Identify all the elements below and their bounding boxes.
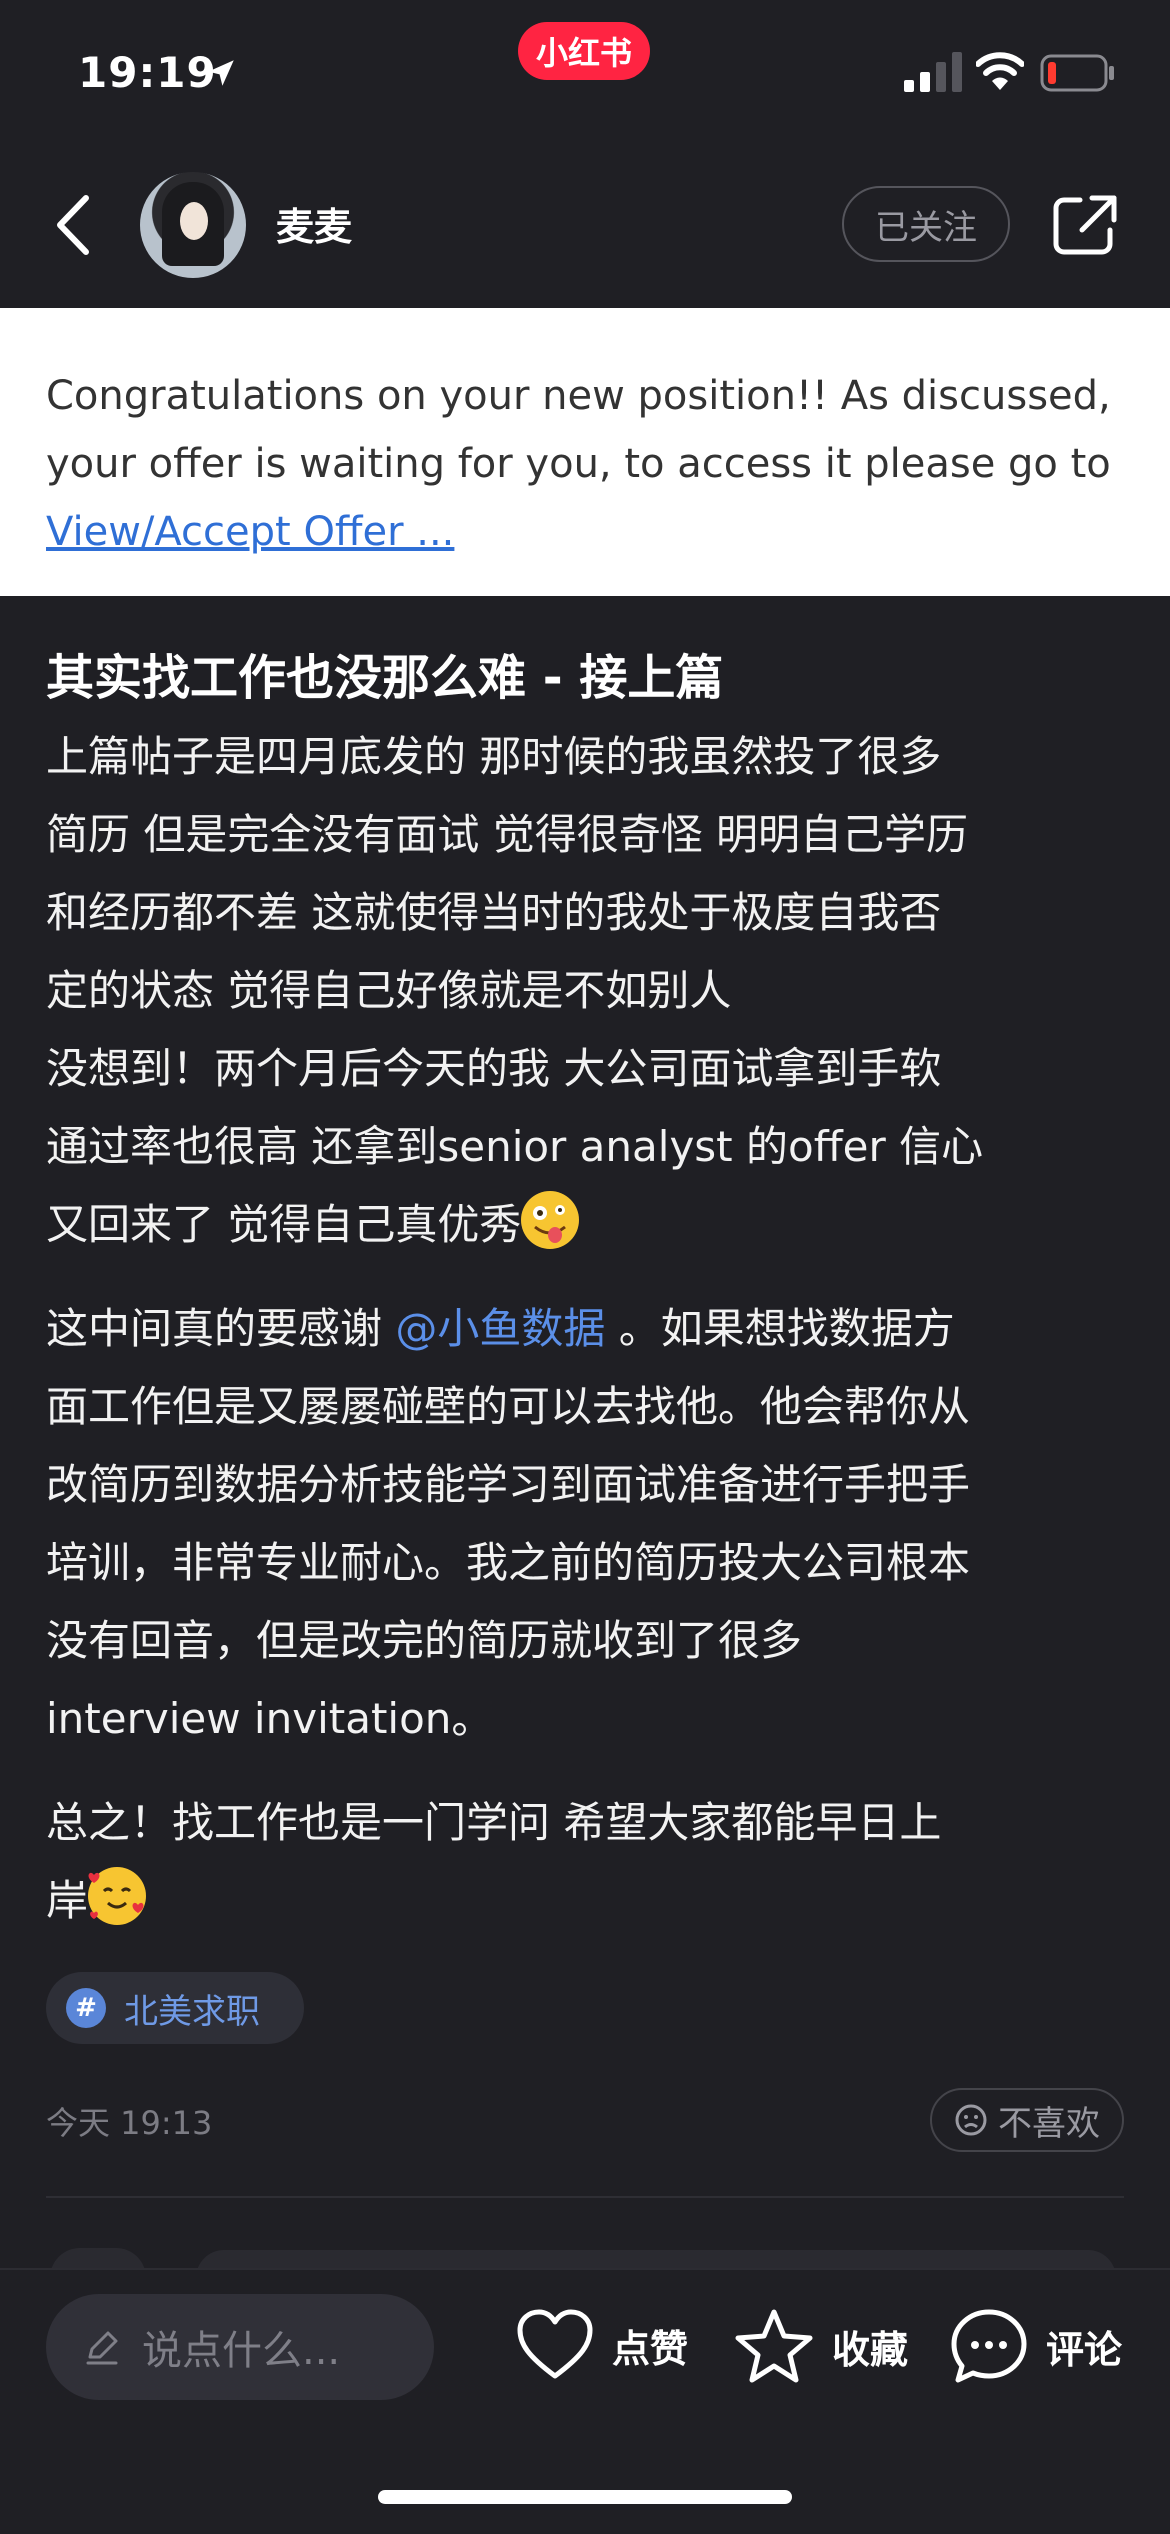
sad-face-icon: [955, 2104, 987, 2136]
zany-face-emoji-icon: [521, 1191, 580, 1249]
like-label: 点赞: [612, 2326, 689, 2371]
post-timestamp: 今天 19:13: [46, 2104, 213, 2142]
para3-line: 总之！找工作也是一门学问 希望大家都能早日上: [46, 1798, 942, 1847]
para2-line: 面工作但是又屡屡碰壁的可以去找他。他会帮你从: [46, 1382, 971, 1431]
para2-line: 没有回音，但是改完的简历就收到了很多: [46, 1616, 803, 1665]
topic-tag-label: 北美求职: [124, 1991, 260, 2032]
smiling-face-hearts-emoji-icon: [88, 1867, 147, 1925]
para2-suffix: 。如果想找数据方: [605, 1304, 955, 1353]
like-button[interactable]: 点赞: [516, 2308, 688, 2382]
para1-line: 简历 但是完全没有面试 觉得很奇怪 明明自己学历: [46, 810, 969, 859]
para1-line: 上篇帖子是四月底发的 那时候的我虽然投了很多: [46, 732, 942, 781]
battery-icon: [1040, 54, 1114, 92]
banner-text: Congratulations on your new position!! A…: [46, 373, 1111, 487]
dislike-label: 不喜欢: [998, 2103, 1100, 2144]
divider: [46, 2196, 1124, 2198]
dislike-button[interactable]: 不喜欢: [930, 2088, 1124, 2152]
mention-link[interactable]: @小鱼数据: [395, 1304, 605, 1353]
para1-line: 没想到！两个月后今天的我 大公司面试拿到手软: [46, 1044, 942, 1093]
location-arrow-icon: [208, 60, 234, 86]
comment-button[interactable]: 评论: [950, 2308, 1122, 2384]
cellular-signal-icon: [904, 52, 962, 92]
para1-last-line: 又回来了 觉得自己真优秀: [46, 1186, 1126, 1264]
follow-button[interactable]: 已关注: [842, 186, 1010, 262]
author-name[interactable]: 麦麦: [276, 196, 352, 251]
post-title: 其实找工作也没那么难 - 接上篇: [46, 650, 724, 706]
para1-line: 通过率也很高 还拿到senior analyst 的offer 信心: [46, 1122, 984, 1171]
para2-line: 培训，非常专业耐心。我之前的简历投大公司根本: [46, 1538, 971, 1587]
comment-label: 评论: [1046, 2327, 1123, 2372]
comment-placeholder: 说点什么...: [142, 2328, 341, 2374]
collect-label: 收藏: [832, 2327, 909, 2372]
post-paragraph-3: 总之！找工作也是一门学问 希望大家都能早日上 岸: [46, 1784, 1126, 1940]
comment-bubble-icon: [951, 2309, 1027, 2383]
topic-tag[interactable]: # 北美求职: [46, 1972, 304, 2044]
home-indicator[interactable]: [378, 2490, 792, 2504]
para1-line: 定的状态 觉得自己好像就是不如别人: [46, 966, 732, 1015]
back-arrow-icon[interactable]: [50, 192, 94, 258]
para1-line: 和经历都不差 这就使得当时的我处于极度自我否: [46, 888, 942, 937]
author-avatar[interactable]: [140, 172, 246, 278]
pencil-icon: [86, 2331, 118, 2365]
para3-last-line: 岸: [46, 1862, 1126, 1940]
para2-line: 改简历到数据分析技能学习到面试准备进行手把手: [46, 1460, 971, 1509]
app-badge: 小红书: [518, 22, 650, 80]
para2-first-line: 这中间真的要感谢 @小鱼数据 。如果想找数据方: [46, 1290, 1126, 1368]
para2-prefix: 这中间真的要感谢: [46, 1304, 396, 1353]
para3-line: 岸: [46, 1876, 89, 1925]
offer-banner: Congratulations on your new position!! A…: [0, 308, 1170, 596]
collect-button[interactable]: 收藏: [734, 2308, 908, 2384]
post-paragraph-1: 上篇帖子是四月底发的 那时候的我虽然投了很多 简历 但是完全没有面试 觉得很奇怪…: [46, 718, 1126, 1264]
post-paragraph-2: 这中间真的要感谢 @小鱼数据 。如果想找数据方 面工作但是又屡屡碰壁的可以去找他…: [46, 1290, 1126, 1758]
para2-line: interview invitation。: [46, 1694, 494, 1743]
comment-input[interactable]: 说点什么...: [46, 2294, 434, 2400]
share-icon[interactable]: [1052, 194, 1118, 256]
view-offer-link[interactable]: View/Accept Offer ...: [46, 509, 454, 555]
hashtag-icon: #: [66, 1988, 106, 2028]
star-icon: [735, 2309, 813, 2383]
heart-icon: [517, 2309, 593, 2379]
wifi-icon: [976, 52, 1024, 90]
para1-line: 又回来了 觉得自己真优秀: [46, 1200, 522, 1249]
status-time: 19:19: [78, 48, 217, 97]
